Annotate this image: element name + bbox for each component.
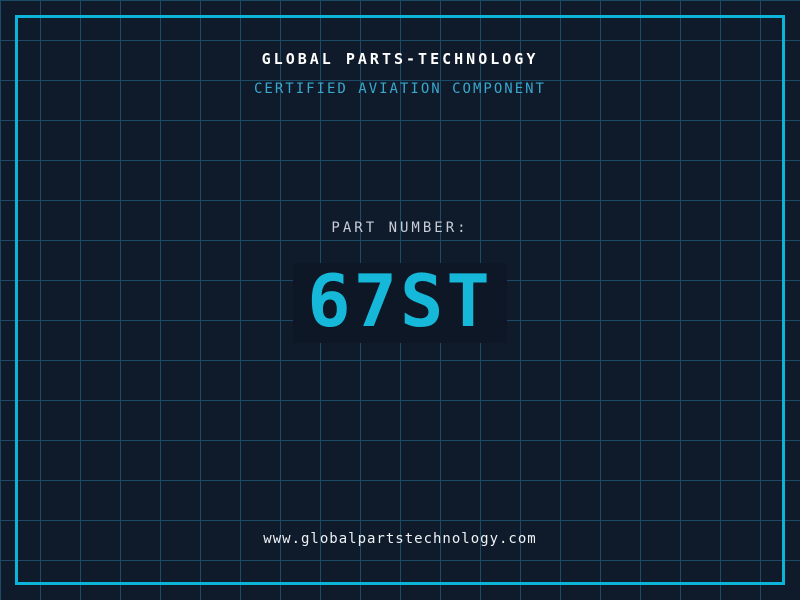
part-number-label: PART NUMBER: [331, 220, 469, 236]
certification-subtitle: CERTIFIED AVIATION COMPONENT [253, 81, 546, 97]
part-number-value: 67ST [293, 263, 507, 343]
company-name: GLOBAL PARTS-TECHNOLOGY [261, 50, 539, 68]
website-url: www.globalpartstechnology.com [263, 531, 537, 547]
part-number-row: 67ST [0, 263, 800, 343]
